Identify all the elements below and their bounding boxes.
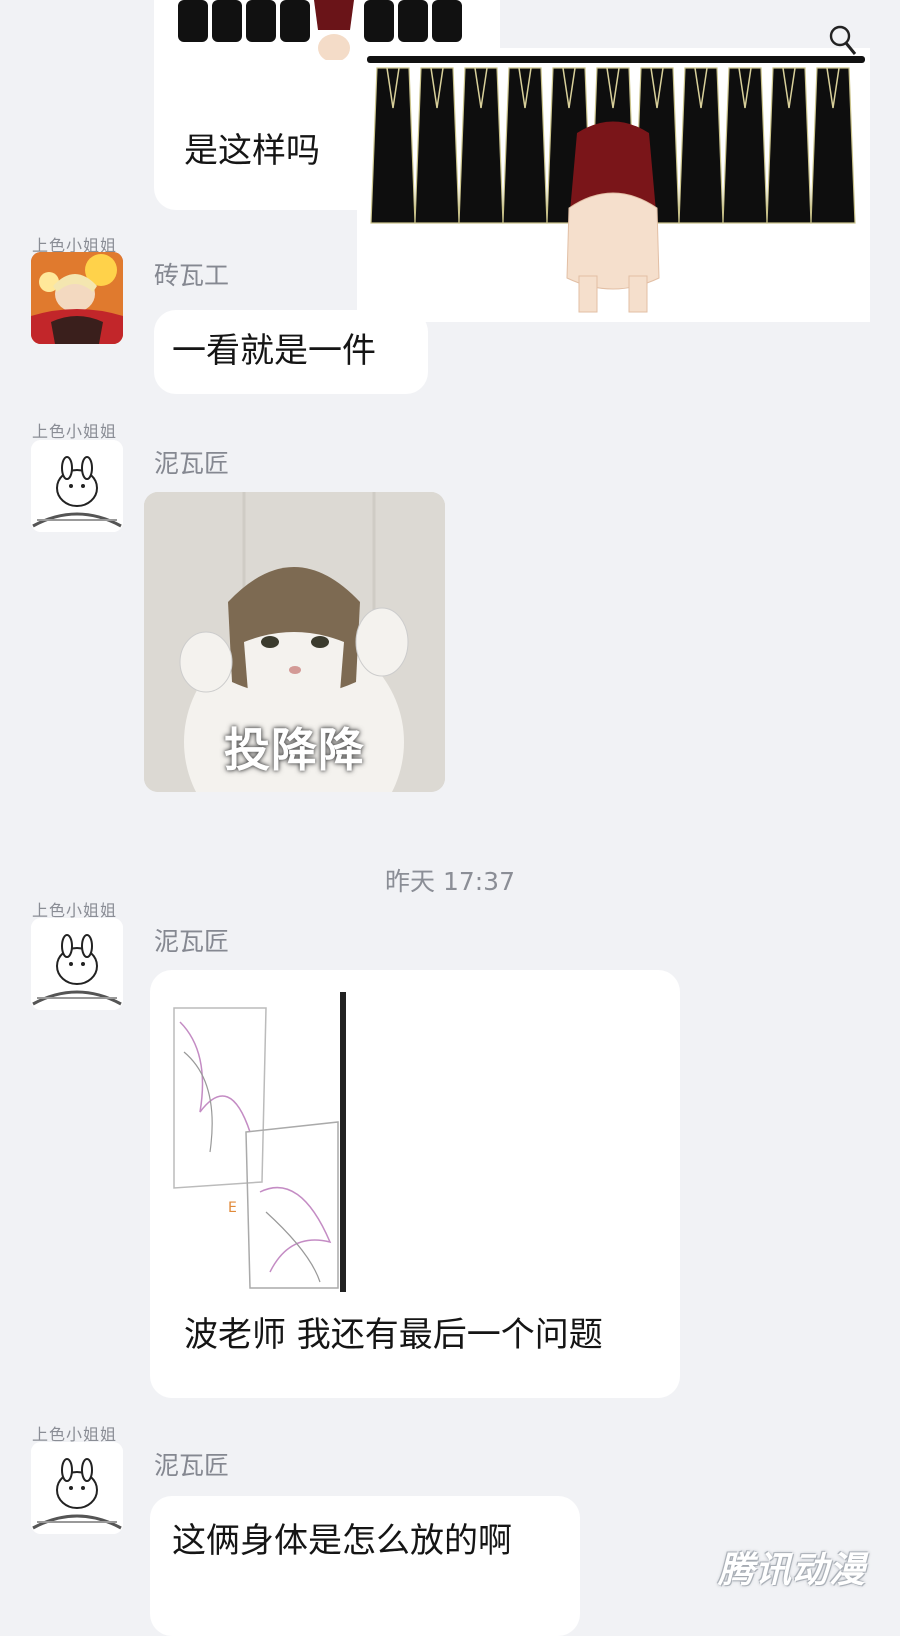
sender-name-1: 砖瓦工 [154,261,230,290]
magnifier-icon[interactable] [828,24,858,58]
avatar-rabbit[interactable] [31,1442,123,1534]
sender-name-2: 泥瓦匠 [154,449,230,478]
rabbit-avatar-icon [31,440,123,532]
message-bubble-1[interactable]: 一看就是一件 [154,310,428,394]
clothes-rack-illustration [367,56,865,313]
sender-name-3: 泥瓦匠 [154,927,230,956]
clothes-rack-image[interactable] [357,48,870,322]
watermark-logo: 腾讯动漫 [717,1550,866,1591]
avatar-anime[interactable] [31,252,123,344]
svg-text:E: E [228,1200,237,1216]
sender-badge-2: 上色小姐姐 [32,422,118,441]
avatar-rabbit[interactable] [31,918,123,1010]
rabbit-avatar-icon [31,918,123,1010]
message-text-3: 波老师 我还有最后一个问题 [184,1315,603,1355]
message-text-0: 是这样吗 [184,131,320,171]
line-sketch-illustration: E [173,1007,339,1289]
sticker-cat[interactable]: 投降降 [144,492,445,792]
message-text-1: 一看就是一件 [172,331,376,371]
message-bubble-3[interactable]: E 波老师 我还有最后一个问题 [150,970,680,1398]
rabbit-avatar-icon [31,1442,123,1534]
message-bubble-4[interactable]: 这俩身体是怎么放的啊 [150,1496,580,1636]
timestamp-divider: 昨天 17:37 [385,867,515,896]
sender-name-4: 泥瓦匠 [154,1451,230,1480]
avatar-rabbit[interactable] [31,440,123,532]
message-text-4: 这俩身体是怎么放的啊 [172,1521,512,1561]
anime-avatar-icon [31,252,123,344]
sticker-caption: 投降降 [224,723,365,777]
sketch-image[interactable]: E [170,992,346,1292]
